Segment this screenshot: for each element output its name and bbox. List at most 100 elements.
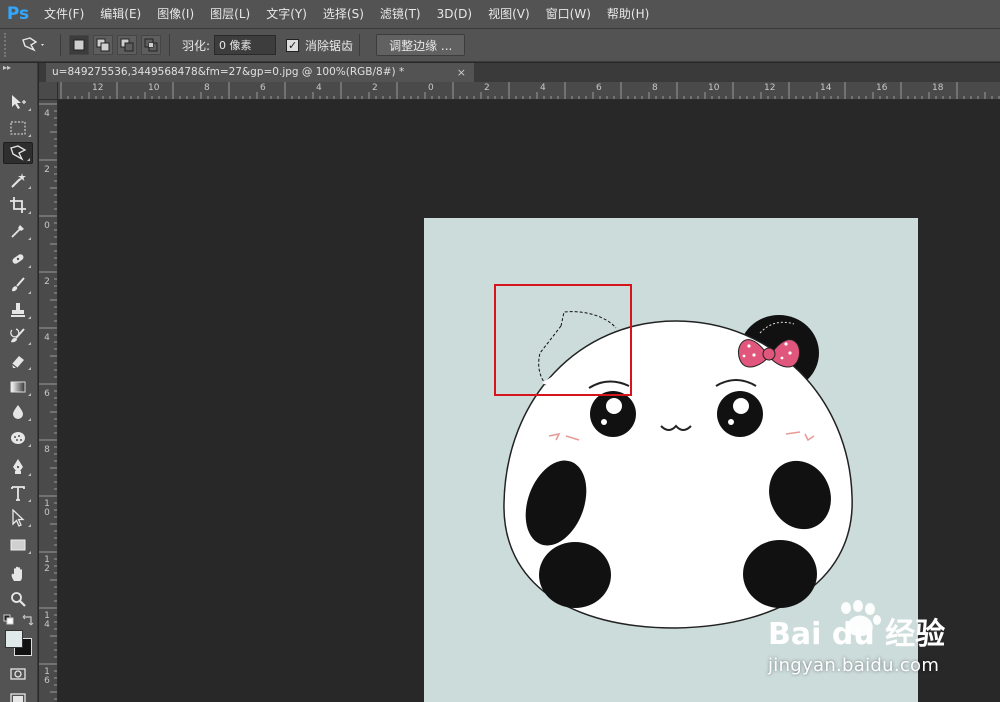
ruler-v-label: 2 [44,165,50,175]
ruler-v-label: 8 [44,445,50,455]
ruler-h-label: 6 [596,83,602,93]
screen-mode-button[interactable] [3,689,33,702]
new-selection-icon [73,39,85,51]
tool-hand[interactable] [3,563,33,585]
tool-move[interactable] [3,91,33,113]
tool-eraser[interactable] [3,350,33,372]
close-tab-icon[interactable]: × [457,63,466,82]
path-select-icon [12,509,25,527]
ruler-h-label: 4 [540,83,546,93]
menu-window[interactable]: 窗口(W) [538,0,599,28]
ruler-v-label: 4 [44,333,50,343]
ruler-h-label: 16 [876,83,888,93]
vertical-ruler[interactable]: 4 2 0 2 4 6 8 1 0 1 2 1 4 1 6 [39,100,58,702]
menu-3d[interactable]: 3D(D) [429,0,480,28]
menu-layer[interactable]: 图层(L) [202,0,258,28]
foreground-color-swatch[interactable] [5,630,23,648]
ruler-h-label: 4 [316,83,322,93]
tool-path-selection[interactable] [3,507,33,529]
options-bar: 羽化: ✓ 消除锯齿 调整边缘 ... [0,28,1000,62]
tool-gradient[interactable] [3,376,33,398]
magic-wand-icon [11,173,26,188]
ruler-h-label: 2 [484,83,490,93]
marquee-icon [10,121,26,135]
tool-dodge[interactable] [3,427,33,449]
document-tab-bar: u=849275536,3449568478&fm=27&gp=0.jpg @ … [39,63,1000,82]
tool-crop[interactable] [3,194,33,216]
tool-zoom[interactable] [3,588,33,610]
intersect-selection-button[interactable] [141,35,161,55]
brush-icon [12,277,25,292]
menu-file[interactable]: 文件(F) [36,0,92,28]
tool-marquee[interactable] [3,117,33,139]
menu-bar: Ps 文件(F) 编辑(E) 图像(I) 图层(L) 文字(Y) 选择(S) 滤… [0,0,1000,28]
tool-magic-wand[interactable] [3,169,33,191]
menu-filter[interactable]: 滤镜(T) [372,0,429,28]
subtract-from-selection-button[interactable] [117,35,137,55]
gradient-icon [10,381,26,393]
ruler-h-label: 10 [708,83,720,93]
menu-image[interactable]: 图像(I) [149,0,202,28]
horizontal-ruler[interactable]: 12 10 8 6 4 2 0 2 4 6 8 10 12 14 16 18 [58,82,1000,100]
eyedropper-icon [11,225,24,238]
document-tab[interactable]: u=849275536,3449568478&fm=27&gp=0.jpg @ … [46,63,474,82]
screen-mode-icon [10,693,26,702]
eraser-icon [11,356,24,369]
stamp-icon [11,303,25,317]
highlight-box [494,284,632,396]
separator [60,34,61,56]
tool-healing-brush[interactable] [3,248,33,270]
ruler-h-label: 12 [764,83,776,93]
rectangle-icon [10,539,26,551]
ruler-v-label: 0 [44,221,50,231]
tool-rectangle[interactable] [3,534,33,556]
tool-type[interactable] [3,482,33,504]
menu-help[interactable]: 帮助(H) [599,0,657,28]
sponge-icon [11,432,25,444]
quick-mask-button[interactable] [3,663,33,685]
history-brush-icon [10,328,25,343]
blur-drop-icon [13,405,23,419]
menu-view[interactable]: 视图(V) [480,0,538,28]
add-selection-icon [96,38,110,52]
feather-input[interactable] [214,35,277,55]
ruler-origin[interactable] [39,82,58,100]
options-grip[interactable] [4,33,14,57]
add-to-selection-button[interactable] [93,35,113,55]
antialias-checkbox[interactable]: ✓ [286,38,300,52]
new-selection-button[interactable] [69,35,89,55]
toolbar-collapse[interactable]: ▸▸ [0,63,37,75]
ruler-h-label: 18 [932,83,944,93]
menu-edit[interactable]: 编辑(E) [92,0,149,28]
subtract-selection-icon [120,38,134,52]
magnifier-icon [11,592,26,607]
ruler-h-label: 6 [260,83,266,93]
menu-type[interactable]: 文字(Y) [258,0,315,28]
polygonal-lasso-icon [22,37,44,52]
tool-eyedropper[interactable] [3,220,33,242]
tools-panel: ▸▸ [0,63,38,702]
move-icon [12,95,26,109]
swap-colors-icon[interactable] [22,614,34,626]
pen-icon [13,459,23,474]
ruler-h-label: 12 [92,83,104,93]
polygonal-lasso-icon [10,145,27,161]
tool-clone-stamp[interactable] [3,299,33,321]
default-colors-icon[interactable] [3,614,15,626]
type-icon [11,486,25,501]
ruler-v-label: 1 2 [44,555,50,574]
refine-edge-button[interactable]: 调整边缘 ... [376,34,466,56]
tool-pen[interactable] [3,456,33,478]
ruler-h-label: 2 [372,83,378,93]
tool-brush[interactable] [3,274,33,296]
tool-polygonal-lasso[interactable] [3,142,33,164]
quick-mask-icon [10,668,26,680]
tool-blur[interactable] [3,401,33,423]
ruler-h-label: 8 [204,83,210,93]
menu-select[interactable]: 选择(S) [315,0,372,28]
document-title: u=849275536,3449568478&fm=27&gp=0.jpg @ … [52,66,405,78]
tool-preset-picker[interactable] [14,32,54,58]
ruler-h-label: 10 [148,83,160,93]
separator [169,34,170,56]
tool-history-brush[interactable] [3,325,33,347]
